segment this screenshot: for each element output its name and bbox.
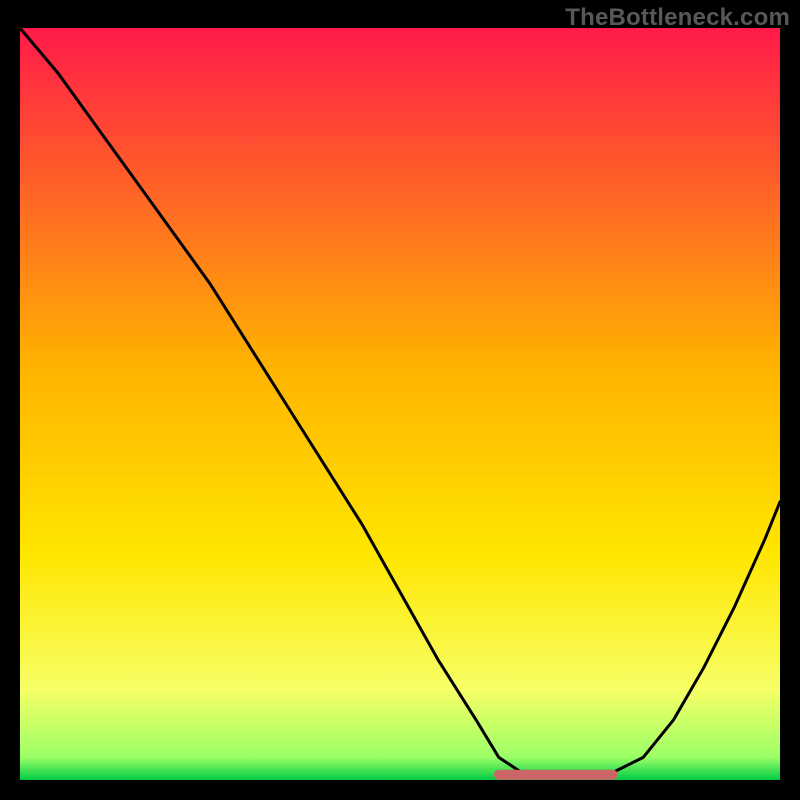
chart-frame: TheBottleneck.com xyxy=(0,0,800,800)
bottleneck-chart xyxy=(20,28,780,780)
plot-background xyxy=(20,28,780,780)
